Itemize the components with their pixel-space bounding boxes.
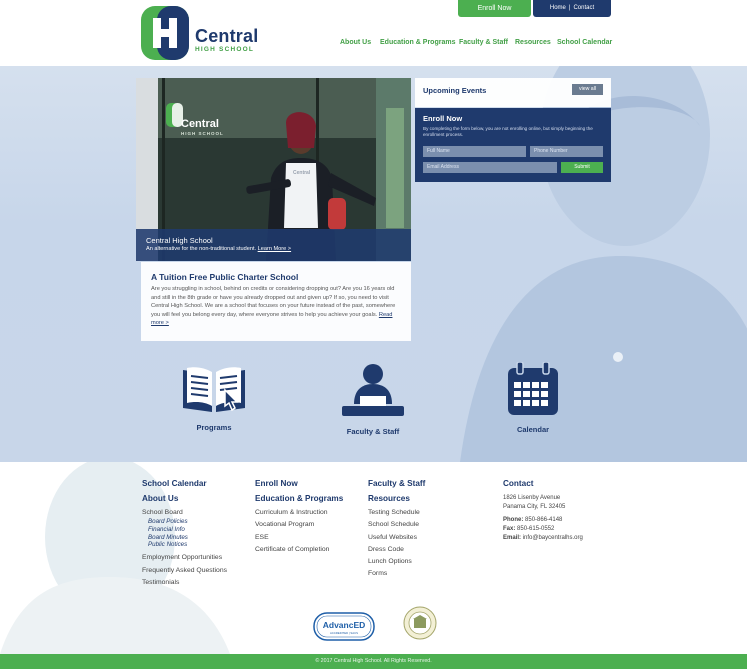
chamber-seal-badge[interactable] xyxy=(403,606,437,640)
learn-more-link[interactable]: Learn More > xyxy=(258,246,291,252)
photo-sign-sub: HIGH SCHOOL xyxy=(181,131,224,136)
charter-intro: A Tuition Free Public Charter School Are… xyxy=(141,262,411,341)
slide-caption: Central High School An alternative for t… xyxy=(136,229,411,261)
phone-value[interactable]: 850-866-4148 xyxy=(525,517,562,523)
events-heading: Upcoming Events xyxy=(423,86,487,95)
footer-public-notices-link[interactable]: Public Notices xyxy=(142,541,227,548)
submit-button[interactable]: Submit xyxy=(561,162,603,173)
footer-enroll-now-link[interactable]: Enroll Now xyxy=(255,479,343,488)
footer-forms-link[interactable]: Forms xyxy=(368,570,425,577)
footer-school-schedule-link[interactable]: School Schedule xyxy=(368,521,425,528)
feature-faculty-label: Faculty & Staff xyxy=(346,427,400,436)
contact-heading: Contact xyxy=(503,479,534,488)
upcoming-events: Upcoming Events view all xyxy=(415,78,611,107)
email-label: Email: xyxy=(503,535,522,541)
email-value[interactable]: info@baycentralhs.org xyxy=(523,535,583,541)
footer-column-resources: Faculty & Staff Resources Testing Schedu… xyxy=(368,479,425,583)
view-all-button[interactable]: view all xyxy=(572,84,603,95)
footer-lunch-options-link[interactable]: Lunch Options xyxy=(368,558,425,565)
footer-certificate-link[interactable]: Certificate of Completion xyxy=(255,546,343,553)
utility-separator: | xyxy=(568,5,571,11)
logo-subtitle: HIGH SCHOOL xyxy=(195,46,255,53)
teacher-icon xyxy=(342,364,404,416)
footer-school-calendar-link[interactable]: School Calendar xyxy=(142,479,227,488)
feature-calendar[interactable]: Calendar xyxy=(483,361,583,434)
charter-body-text: Are you struggling in school, behind on … xyxy=(151,286,396,318)
home-link[interactable]: Home xyxy=(550,5,566,11)
enroll-now-button[interactable]: Enroll Now xyxy=(458,0,531,17)
footer-testimonials-link[interactable]: Testimonials xyxy=(142,579,227,586)
contact-address-line1: 1826 Lisenby Avenue xyxy=(503,495,561,501)
footer-education-programs-link[interactable]: Education & Programs xyxy=(255,494,343,503)
footer-column-about: School Calendar About Us School Board Bo… xyxy=(142,479,227,591)
feature-faculty-staff[interactable]: Faculty & Staff xyxy=(323,362,423,436)
contact-fax: Fax: 850-615-0552 xyxy=(503,525,583,534)
enroll-form: Enroll Now By completing the form below,… xyxy=(415,108,611,182)
footer-employment-link[interactable]: Employment Opportunities xyxy=(142,554,227,561)
contact-link[interactable]: Contact xyxy=(573,5,594,11)
caption-desc-text: An alternative for the non-traditional s… xyxy=(146,246,257,252)
footer-school-board-link[interactable]: School Board xyxy=(142,509,227,516)
footer-vocational-link[interactable]: Vocational Program xyxy=(255,521,343,528)
footer-curriculum-link[interactable]: Curriculum & Instruction xyxy=(255,509,343,516)
fax-label: Fax: xyxy=(503,526,516,532)
footer-dress-code-link[interactable]: Dress Code xyxy=(368,546,425,553)
advanced-badge-title: AdvancED xyxy=(323,620,366,630)
contact-phone: Phone: 850-866-4148 xyxy=(503,516,583,525)
nav-about-us[interactable]: About Us xyxy=(340,39,371,46)
nav-resources[interactable]: Resources xyxy=(515,39,551,46)
charter-body: Are you struggling in school, behind on … xyxy=(151,285,401,328)
footer-board-minutes-link[interactable]: Board Minutes xyxy=(142,534,227,541)
nav-education-programs[interactable]: Education & Programs xyxy=(380,39,455,46)
caption-desc: An alternative for the non-traditional s… xyxy=(146,246,401,252)
enroll-form-desc: By completing the form below, you are no… xyxy=(423,126,593,137)
phone-number-field[interactable]: Phone Number xyxy=(530,146,603,157)
enroll-form-heading: Enroll Now xyxy=(423,114,463,123)
footer-board-policies-link[interactable]: Board Policies xyxy=(142,518,227,525)
advanced-badge-sub: ACCREDITED | SACS xyxy=(330,631,358,635)
footer-financial-info-link[interactable]: Financial Info xyxy=(142,526,227,533)
footer-about-us-link[interactable]: About Us xyxy=(142,494,227,503)
footer-faculty-staff-link[interactable]: Faculty & Staff xyxy=(368,479,425,488)
utility-links: Home | Contact xyxy=(533,0,611,17)
email-address-field[interactable]: Email Address xyxy=(423,162,557,173)
contact-address-line2: Panama City, FL 32405 xyxy=(503,504,566,510)
charter-heading: A Tuition Free Public Charter School xyxy=(151,272,299,282)
fax-value: 850-615-0552 xyxy=(517,526,555,532)
feature-programs[interactable]: Programs xyxy=(164,362,264,432)
site-header: Central HIGH SCHOOL Enroll Now Home | Cont… xyxy=(0,0,747,66)
site-logo[interactable]: Central HIGH SCHOOL xyxy=(141,6,261,60)
photo-sign-name: Central xyxy=(181,118,219,130)
site-footer: School Calendar About Us School Board Bo… xyxy=(0,462,747,654)
photo-shirt-text: Central xyxy=(293,170,311,176)
full-name-field[interactable]: Full Name xyxy=(423,146,526,157)
footer-column-education: Enroll Now Education & Programs Curricul… xyxy=(255,479,343,558)
advanced-accreditation-badge[interactable]: AdvancED ACCREDITED | SACS xyxy=(313,612,375,641)
footer-ese-link[interactable]: ESE xyxy=(255,534,343,541)
footer-resources-link[interactable]: Resources xyxy=(368,494,425,503)
book-icon xyxy=(183,367,245,412)
feature-programs-label: Programs xyxy=(196,423,232,432)
nav-faculty-staff[interactable]: Faculty & Staff xyxy=(459,39,508,46)
feature-calendar-label: Calendar xyxy=(516,425,550,434)
calendar-icon xyxy=(508,361,558,415)
phone-label: Phone: xyxy=(503,517,524,523)
footer-faq-link[interactable]: Frequently Asked Questions xyxy=(142,567,227,574)
logo-mark-icon xyxy=(141,6,189,60)
footer-useful-websites-link[interactable]: Useful Websites xyxy=(368,534,425,541)
contact-email: Email: info@baycentralhs.org xyxy=(503,534,583,543)
copyright-bar: © 2017 Central High School. All Rights R… xyxy=(0,654,747,669)
footer-contact: Contact 1826 Lisenby Avenue Panama City,… xyxy=(503,479,583,543)
logo-name: Central xyxy=(195,26,259,46)
caption-title: Central High School xyxy=(146,236,213,245)
footer-testing-schedule-link[interactable]: Testing Schedule xyxy=(368,509,425,516)
nav-school-calendar[interactable]: School Calendar xyxy=(557,39,612,46)
